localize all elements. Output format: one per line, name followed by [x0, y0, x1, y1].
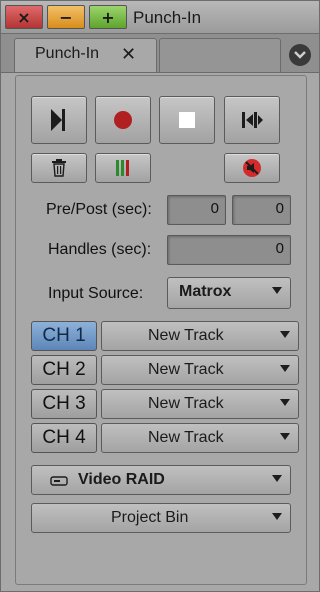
chevron-down-icon: [272, 287, 282, 294]
bin-value: Project Bin: [111, 509, 189, 526]
storage-value: Video RAID: [78, 471, 165, 488]
channel-3-track: New Track: [148, 395, 224, 412]
channel-2-track-dropdown[interactable]: New Track: [101, 355, 299, 385]
maximize-icon: +: [101, 7, 115, 27]
input-source-value: Matrox: [179, 283, 232, 300]
punch-in-window: × − + Punch-In Punch-In ✕ Pre/Post (sec)…: [0, 0, 320, 592]
chevron-down-icon: [272, 475, 282, 482]
play-to-end-icon: [51, 109, 65, 131]
input-source-dropdown[interactable]: Matrox: [167, 277, 291, 309]
channel-4-button[interactable]: CH 4: [31, 423, 97, 453]
trash-icon: [52, 159, 66, 177]
jump-to-end-button[interactable]: [224, 96, 280, 144]
input-source-label: Input Source:: [48, 285, 144, 302]
prepost-label: Pre/Post (sec):: [46, 201, 152, 218]
audio-meter-icon: [116, 160, 129, 176]
mute-button[interactable]: [224, 153, 280, 183]
stop-button[interactable]: [159, 96, 215, 144]
post-roll-field[interactable]: 0: [232, 195, 291, 225]
tab-close-icon[interactable]: ✕: [121, 44, 136, 65]
chevron-down-icon: [280, 399, 290, 406]
no-sound-icon: [243, 159, 261, 177]
window-title: Punch-In: [133, 8, 202, 27]
channel-4-track: New Track: [148, 429, 224, 446]
channel-3-track-dropdown[interactable]: New Track: [101, 389, 299, 419]
play-to-end-button[interactable]: [31, 96, 87, 144]
window-maximize-button[interactable]: +: [89, 5, 127, 29]
chevron-down-icon: [280, 365, 290, 372]
tab-menu-button[interactable]: [289, 44, 311, 66]
punch-in-panel: Pre/Post (sec): 0 0 Handles (sec): 0 Inp…: [15, 75, 307, 585]
record-button[interactable]: [95, 96, 151, 144]
stop-icon: [179, 112, 195, 128]
channel-4-track-dropdown[interactable]: New Track: [101, 423, 299, 453]
chevron-down-icon: [280, 331, 290, 338]
channel-1-button[interactable]: CH 1: [31, 321, 97, 351]
channel-3-button[interactable]: CH 3: [31, 389, 97, 419]
handles-field[interactable]: 0: [167, 235, 291, 265]
drive-icon: [50, 476, 68, 486]
record-icon: [114, 111, 132, 129]
title-bar: × − + Punch-In: [1, 1, 319, 34]
delete-button[interactable]: [31, 153, 87, 183]
chevron-down-icon: [294, 51, 306, 59]
handles-label: Handles (sec):: [48, 241, 152, 258]
channel-1-track-dropdown[interactable]: New Track: [101, 321, 299, 351]
tab-strip: Punch-In ✕: [1, 34, 319, 73]
chevron-down-icon: [272, 513, 282, 520]
close-icon: ×: [17, 7, 31, 27]
channel-2-button[interactable]: CH 2: [31, 355, 97, 385]
channel-2-track: New Track: [148, 361, 224, 378]
chevron-down-icon: [280, 433, 290, 440]
tab-label: Punch-In: [35, 45, 100, 62]
audio-meter-button[interactable]: [95, 153, 151, 183]
bin-dropdown[interactable]: Project Bin: [31, 503, 291, 533]
channel-1-track: New Track: [148, 327, 224, 344]
jump-to-end-icon: [242, 112, 263, 128]
storage-dropdown[interactable]: Video RAID: [31, 465, 291, 495]
minimize-icon: −: [59, 7, 73, 27]
tab-punch-in[interactable]: Punch-In ✕: [14, 38, 157, 72]
window-close-button[interactable]: ×: [5, 5, 43, 29]
window-minimize-button[interactable]: −: [47, 5, 85, 29]
tab-empty-area: [159, 38, 281, 72]
pre-roll-field[interactable]: 0: [167, 195, 226, 225]
